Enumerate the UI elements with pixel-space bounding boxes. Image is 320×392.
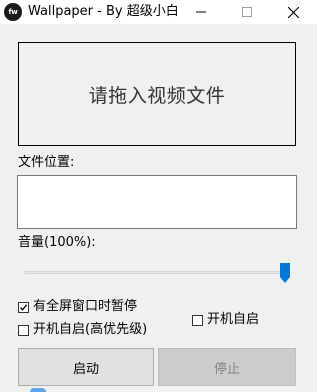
file-location-field[interactable] bbox=[17, 175, 297, 229]
close-icon bbox=[287, 6, 299, 18]
volume-label: 音量(100%): bbox=[18, 235, 96, 250]
close-button[interactable] bbox=[270, 0, 316, 24]
option-autostart[interactable]: 开机自启 bbox=[192, 311, 259, 329]
option-autostart-high-priority[interactable]: 开机自启(高优先级) bbox=[18, 321, 147, 339]
title-bar[interactable]: fw Wallpaper - By 超级小白 bbox=[0, 0, 317, 24]
option-pause-on-fullscreen-label: 有全屏窗口时暂停 bbox=[33, 299, 138, 314]
option-autostart-label: 开机自启 bbox=[207, 312, 260, 327]
taskbar-edge bbox=[30, 388, 46, 392]
checkbox-autostart-high-priority[interactable] bbox=[18, 324, 29, 336]
checkbox-pause-on-fullscreen[interactable] bbox=[18, 301, 29, 313]
minimize-icon bbox=[196, 11, 206, 13]
app-icon-text: fw bbox=[8, 8, 18, 16]
volume-slider-thumb[interactable] bbox=[280, 263, 290, 283]
start-button[interactable]: 启动 bbox=[18, 348, 154, 386]
video-drop-zone[interactable]: 请拖入视频文件 bbox=[18, 42, 296, 146]
app-logo-icon: fw bbox=[4, 3, 22, 21]
drop-zone-text: 请拖入视频文件 bbox=[88, 84, 226, 107]
minimize-button[interactable] bbox=[178, 0, 224, 24]
volume-slider[interactable] bbox=[24, 263, 290, 283]
checkbox-autostart[interactable] bbox=[192, 314, 203, 326]
check-icon bbox=[20, 303, 28, 311]
option-pause-on-fullscreen[interactable]: 有全屏窗口时暂停 bbox=[18, 298, 137, 316]
maximize-button[interactable] bbox=[224, 0, 270, 24]
file-location-label: 文件位置: bbox=[18, 155, 75, 170]
volume-slider-track bbox=[24, 271, 290, 274]
maximize-icon bbox=[242, 7, 252, 17]
slider-thumb-icon bbox=[280, 263, 290, 283]
option-autostart-high-priority-label: 开机自启(高优先级) bbox=[33, 322, 148, 337]
stop-button[interactable]: 停止 bbox=[158, 348, 296, 386]
window-title: Wallpaper - By 超级小白 bbox=[28, 4, 179, 19]
